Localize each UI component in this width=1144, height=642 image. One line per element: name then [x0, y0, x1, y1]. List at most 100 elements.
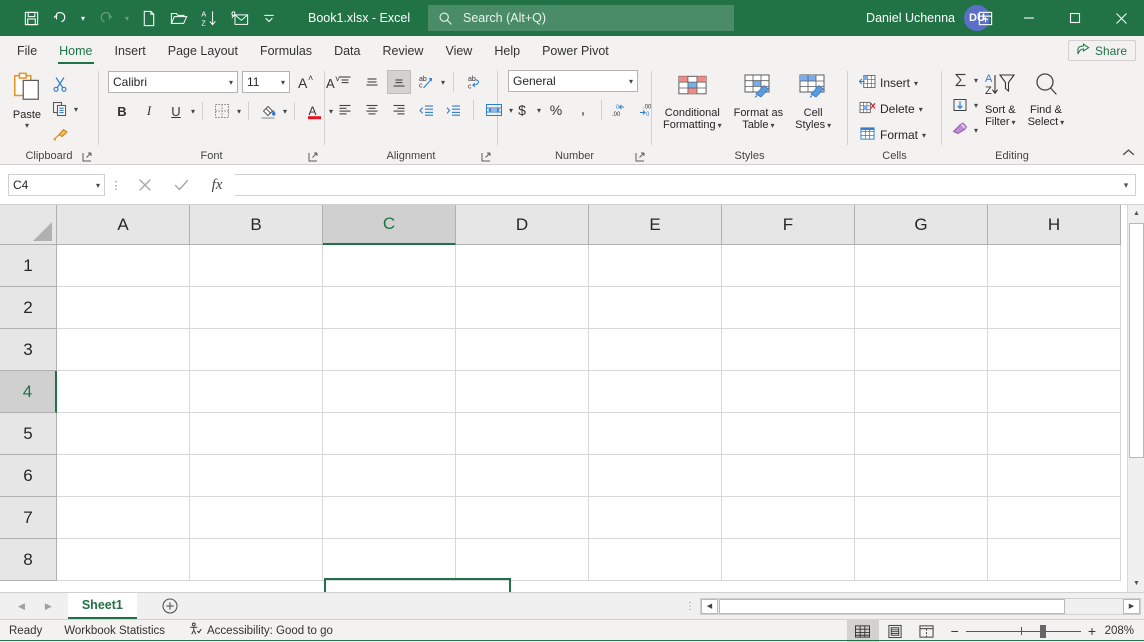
column-header-a[interactable]: A — [57, 205, 190, 245]
zoom-thumb[interactable] — [1040, 625, 1046, 638]
tab-view[interactable]: View — [434, 36, 483, 65]
workbook-statistics-button[interactable]: Workbook Statistics — [64, 625, 165, 637]
tab-file[interactable]: File — [6, 36, 48, 65]
column-header-d[interactable]: D — [456, 205, 589, 245]
cell-G6[interactable] — [855, 455, 988, 497]
tab-page-layout[interactable]: Page Layout — [157, 36, 249, 65]
vertical-scroll-thumb[interactable] — [1129, 223, 1144, 458]
previous-sheet-icon[interactable]: ◀ — [18, 601, 25, 612]
conditional-formatting-button[interactable]: Conditional Formatting ▾ — [658, 70, 727, 132]
insert-chevron-down-icon[interactable]: ▾ — [914, 79, 918, 88]
row-header-3[interactable]: 3 — [0, 329, 57, 371]
scroll-right-arrow-icon[interactable]: ▶ — [1123, 599, 1140, 614]
cell-A1[interactable] — [57, 245, 190, 287]
cell-F4[interactable] — [722, 371, 855, 413]
column-header-f[interactable]: F — [722, 205, 855, 245]
zoom-percent-button[interactable]: 208% — [1096, 625, 1144, 637]
cell-G7[interactable] — [855, 497, 988, 539]
align-left-button[interactable] — [333, 98, 357, 122]
fill-chevron-down-icon[interactable]: ▾ — [974, 101, 978, 110]
vertical-scrollbar[interactable]: ▲ ▼ — [1127, 205, 1144, 592]
row-header-4[interactable]: 4 — [0, 371, 57, 413]
center-align-button[interactable] — [360, 98, 384, 122]
autosum-button[interactable] — [948, 68, 972, 92]
cell-D7[interactable] — [456, 497, 589, 539]
accessibility-checker-button[interactable]: Accessibility: Good to go — [188, 622, 333, 639]
font-size-chevron-down-icon[interactable]: ▾ — [281, 78, 285, 87]
cell-H7[interactable] — [988, 497, 1121, 539]
cell-E6[interactable] — [589, 455, 722, 497]
cell-A2[interactable] — [57, 287, 190, 329]
percent-style-button[interactable]: % — [544, 98, 568, 122]
cell-B6[interactable] — [190, 455, 323, 497]
comma-style-button[interactable]: , — [571, 98, 595, 122]
cell-D8[interactable] — [456, 539, 589, 581]
font-size-input[interactable]: 11 ▾ — [242, 71, 290, 93]
fill-color-chevron-down-icon[interactable]: ▾ — [283, 107, 287, 116]
cell-area[interactable] — [57, 245, 1121, 581]
new-file-icon[interactable] — [134, 4, 164, 32]
cell-A3[interactable] — [57, 329, 190, 371]
format-painter-button[interactable] — [48, 122, 72, 146]
column-header-c[interactable]: C — [323, 205, 456, 245]
cell-A6[interactable] — [57, 455, 190, 497]
cell-D3[interactable] — [456, 329, 589, 371]
cell-H4[interactable] — [988, 371, 1121, 413]
find-and-select-button[interactable]: Find & Select ▾ — [1023, 68, 1070, 129]
cell-C2[interactable] — [323, 287, 456, 329]
decrease-indent-button[interactable] — [414, 98, 438, 122]
number-format-chevron-down-icon[interactable]: ▾ — [629, 77, 633, 86]
undo-chevron-down-icon[interactable]: ▾ — [76, 4, 90, 32]
row-header-2[interactable]: 2 — [0, 287, 57, 329]
tab-power-pivot[interactable]: Power Pivot — [531, 36, 620, 65]
tab-data[interactable]: Data — [323, 36, 371, 65]
borders-button[interactable] — [210, 99, 234, 123]
clipboard-dialog-launcher[interactable] — [81, 152, 93, 164]
cell-G4[interactable] — [855, 371, 988, 413]
cell-F1[interactable] — [722, 245, 855, 287]
zoom-slider[interactable]: − + — [951, 623, 1096, 639]
tab-home[interactable]: Home — [48, 36, 103, 65]
cell-E1[interactable] — [589, 245, 722, 287]
delete-cells-button[interactable]: Delete ▾ — [856, 97, 926, 121]
next-sheet-icon[interactable]: ▶ — [45, 601, 52, 612]
cell-F8[interactable] — [722, 539, 855, 581]
paste-chevron-down-icon[interactable]: ▾ — [25, 121, 29, 130]
conditional-formatting-chevron-down-icon[interactable]: ▾ — [718, 121, 722, 130]
cell-E3[interactable] — [589, 329, 722, 371]
cell-F5[interactable] — [722, 413, 855, 455]
spreadsheet-grid[interactable]: ABCDEFGH 12345678 — [0, 205, 1144, 592]
cell-G1[interactable] — [855, 245, 988, 287]
increase-decimal-button[interactable]: 0 .00 — [608, 98, 632, 122]
cell-B4[interactable] — [190, 371, 323, 413]
ribbon-display-options-icon[interactable] — [967, 0, 1003, 36]
cell-A7[interactable] — [57, 497, 190, 539]
scroll-up-arrow-icon[interactable]: ▲ — [1128, 205, 1144, 222]
sort-az-icon[interactable]: A Z — [194, 4, 224, 32]
cell-G3[interactable] — [855, 329, 988, 371]
add-sheet-button[interactable] — [159, 595, 181, 617]
cut-button[interactable] — [48, 72, 72, 96]
copy-chevron-down-icon[interactable]: ▾ — [74, 105, 78, 114]
find-select-chevron-down-icon[interactable]: ▾ — [1060, 118, 1064, 127]
font-name-chevron-down-icon[interactable]: ▾ — [229, 78, 233, 87]
tab-help[interactable]: Help — [483, 36, 531, 65]
cell-E4[interactable] — [589, 371, 722, 413]
cell-G5[interactable] — [855, 413, 988, 455]
fill-color-button[interactable] — [256, 99, 280, 123]
formula-input[interactable] — [235, 174, 1136, 196]
increase-font-size-button[interactable]: A˄ — [294, 70, 318, 94]
column-header-e[interactable]: E — [589, 205, 722, 245]
cell-B8[interactable] — [190, 539, 323, 581]
minimize-button[interactable] — [1006, 0, 1052, 36]
cell-C7[interactable] — [323, 497, 456, 539]
cell-E2[interactable] — [589, 287, 722, 329]
accounting-chevron-down-icon[interactable]: ▾ — [537, 106, 541, 115]
cell-G8[interactable] — [855, 539, 988, 581]
cell-F6[interactable] — [722, 455, 855, 497]
scroll-down-arrow-icon[interactable]: ▼ — [1128, 575, 1144, 592]
increase-indent-button[interactable] — [441, 98, 465, 122]
bold-button[interactable]: B — [110, 99, 134, 123]
format-as-table-chevron-down-icon[interactable]: ▾ — [770, 121, 774, 130]
cell-H3[interactable] — [988, 329, 1121, 371]
